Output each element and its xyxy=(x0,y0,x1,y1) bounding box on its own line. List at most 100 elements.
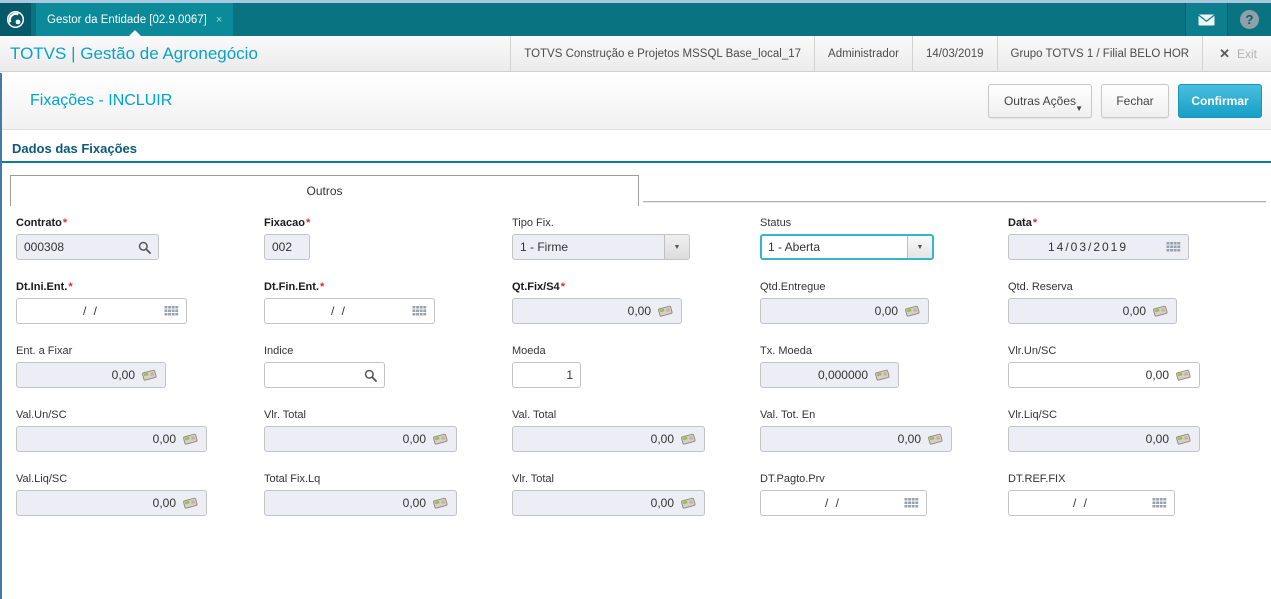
field-valtotal: Val. Total0,00 xyxy=(512,408,760,452)
exit-x-icon: ✕ xyxy=(1219,46,1230,62)
help-icon: ? xyxy=(1240,10,1259,29)
mail-button[interactable] xyxy=(1185,3,1228,36)
field-value-totalfixlq: 0,00 xyxy=(272,496,426,510)
field-dtfin: Dt.Fin.Ent.* / / xyxy=(264,280,512,324)
field-input-contrato[interactable]: 000308 xyxy=(16,234,159,260)
window-titlebar: Gestor da Entidade [02.9.0067] × ? xyxy=(0,3,1271,36)
field-input-txmoeda[interactable]: 0,000000 xyxy=(760,362,899,388)
field-input-dtfin[interactable]: / / xyxy=(264,298,435,324)
window-tab-label: Gestor da Entidade [02.9.0067] xyxy=(47,14,207,26)
field-label-vlrliqsc: Vlr.Liq/SC xyxy=(1008,408,1256,422)
field-value-status: 1 - Aberta xyxy=(768,240,907,254)
calculator-icon[interactable] xyxy=(1175,368,1192,382)
tab-strip-line xyxy=(643,201,1266,202)
chevron-down-icon[interactable]: ▼ xyxy=(907,236,932,258)
app-window: Gestor da Entidade [02.9.0067] × ? TOTVS… xyxy=(0,0,1271,599)
field-input-data[interactable]: 14/03/2019 xyxy=(1008,234,1189,260)
field-value-valunsc: 0,00 xyxy=(24,432,176,446)
field-input-dtini[interactable]: / / xyxy=(16,298,187,324)
field-input-status[interactable]: 1 - Aberta▼ xyxy=(760,234,934,260)
calendar-icon[interactable] xyxy=(164,305,179,317)
calculator-icon[interactable] xyxy=(1175,432,1192,446)
search-icon[interactable] xyxy=(138,241,151,254)
field-label-dtfin: Dt.Fin.Ent.* xyxy=(264,280,512,294)
exit-button[interactable]: ✕Exit xyxy=(1202,36,1271,71)
window-tab-gestor-entidade[interactable]: Gestor da Entidade [02.9.0067] × xyxy=(36,3,233,36)
calculator-icon[interactable] xyxy=(432,432,449,446)
field-indice: Indice xyxy=(264,344,512,388)
field-qtdentregue: Qtd.Entregue0,00 xyxy=(760,280,1008,324)
field-input-totalfixlq[interactable]: 0,00 xyxy=(264,490,457,516)
field-input-fixacao[interactable]: 002 xyxy=(264,234,310,260)
field-label-moeda: Moeda xyxy=(512,344,760,358)
field-value-dtini: / / xyxy=(24,304,158,318)
other-actions-button[interactable]: Outras Ações ▼ xyxy=(988,84,1092,118)
envelope-icon xyxy=(1198,14,1215,26)
calculator-icon[interactable] xyxy=(182,432,199,446)
field-input-vlrliqsc[interactable]: 0,00 xyxy=(1008,426,1200,452)
field-input-vlrtotal2[interactable]: 0,00 xyxy=(512,490,705,516)
field-value-contrato: 000308 xyxy=(24,240,132,254)
field-input-qtdentregue[interactable]: 0,00 xyxy=(760,298,929,324)
context-item-1: Administrador xyxy=(814,36,912,71)
search-icon[interactable] xyxy=(364,369,377,382)
page-toolbar: Fixações - INCLUIR Outras Ações ▼ Fechar… xyxy=(2,73,1271,130)
field-input-moeda[interactable]: 1 xyxy=(512,362,581,388)
section-divider xyxy=(2,161,1271,163)
field-input-tipofix[interactable]: 1 - Firme▼ xyxy=(512,234,690,260)
help-button[interactable]: ? xyxy=(1228,3,1271,36)
field-vlrtotal1: Vlr. Total0,00 xyxy=(264,408,512,452)
field-input-indice[interactable] xyxy=(264,362,385,388)
field-input-valtotal[interactable]: 0,00 xyxy=(512,426,705,452)
field-input-valliqsc[interactable]: 0,00 xyxy=(16,490,207,516)
field-input-vlrtotal1[interactable]: 0,00 xyxy=(264,426,457,452)
chevron-down-icon[interactable]: ▼ xyxy=(664,235,689,259)
field-label-tipofix: Tipo Fix. xyxy=(512,216,760,230)
titlebar-actions: ? xyxy=(1185,3,1271,36)
calendar-icon[interactable] xyxy=(1166,241,1181,253)
field-label-totalfixlq: Total Fix.Lq xyxy=(264,472,512,486)
calculator-icon[interactable] xyxy=(657,304,674,318)
field-label-dtini: Dt.Ini.Ent.* xyxy=(16,280,264,294)
tab-outros[interactable]: Outros xyxy=(10,175,639,206)
field-dtpagtoprv: DT.Pagto.Prv / / xyxy=(760,472,1008,516)
context-item-0: TOTVS Construção e Projetos MSSQL Base_l… xyxy=(510,36,814,71)
field-value-qtfix: 0,00 xyxy=(520,304,651,318)
calendar-icon[interactable] xyxy=(904,497,919,509)
field-label-txmoeda: Tx. Moeda xyxy=(760,344,1008,358)
calculator-icon[interactable] xyxy=(904,304,921,318)
field-input-qtfix[interactable]: 0,00 xyxy=(512,298,682,324)
field-status: Status 1 - Aberta▼ xyxy=(760,216,1008,260)
calculator-icon[interactable] xyxy=(1152,304,1169,318)
calendar-icon[interactable] xyxy=(1152,497,1167,509)
field-value-fixacao: 002 xyxy=(272,240,302,254)
field-input-vlrunsc[interactable]: 0,00 xyxy=(1008,362,1200,388)
calculator-icon[interactable] xyxy=(182,496,199,510)
field-txmoeda: Tx. Moeda 0,000000 xyxy=(760,344,1008,388)
confirm-button-label: Confirmar xyxy=(1191,94,1248,108)
field-label-dtpagtoprv: DT.Pagto.Prv xyxy=(760,472,1008,486)
field-input-valunsc[interactable]: 0,00 xyxy=(16,426,207,452)
other-actions-label: Outras Ações xyxy=(1004,94,1076,108)
app-header: TOTVS | Gestão de Agronegócio TOTVS Cons… xyxy=(0,36,1271,72)
tab-close-icon[interactable]: × xyxy=(216,14,222,26)
field-input-entfixar[interactable]: 0,00 xyxy=(16,362,166,388)
field-input-qtdreserva[interactable]: 0,00 xyxy=(1008,298,1177,324)
close-button-label: Fechar xyxy=(1116,94,1153,108)
calculator-icon[interactable] xyxy=(927,432,944,446)
calculator-icon[interactable] xyxy=(680,496,697,510)
calculator-icon[interactable] xyxy=(874,368,891,382)
field-input-valtoten[interactable]: 0,00 xyxy=(760,426,952,452)
field-input-dtreffix[interactable]: / / xyxy=(1008,490,1175,516)
session-context: TOTVS Construção e Projetos MSSQL Base_l… xyxy=(510,36,1271,71)
calendar-icon[interactable] xyxy=(412,305,427,317)
field-value-vlrunsc: 0,00 xyxy=(1016,368,1169,382)
calculator-icon[interactable] xyxy=(141,368,158,382)
close-button[interactable]: Fechar xyxy=(1101,84,1169,118)
confirm-button[interactable]: Confirmar xyxy=(1178,84,1262,118)
calculator-icon[interactable] xyxy=(680,432,697,446)
calculator-icon[interactable] xyxy=(432,496,449,510)
field-label-status: Status xyxy=(760,216,1008,230)
field-input-dtpagtoprv[interactable]: / / xyxy=(760,490,927,516)
required-asterisk: * xyxy=(63,217,67,229)
